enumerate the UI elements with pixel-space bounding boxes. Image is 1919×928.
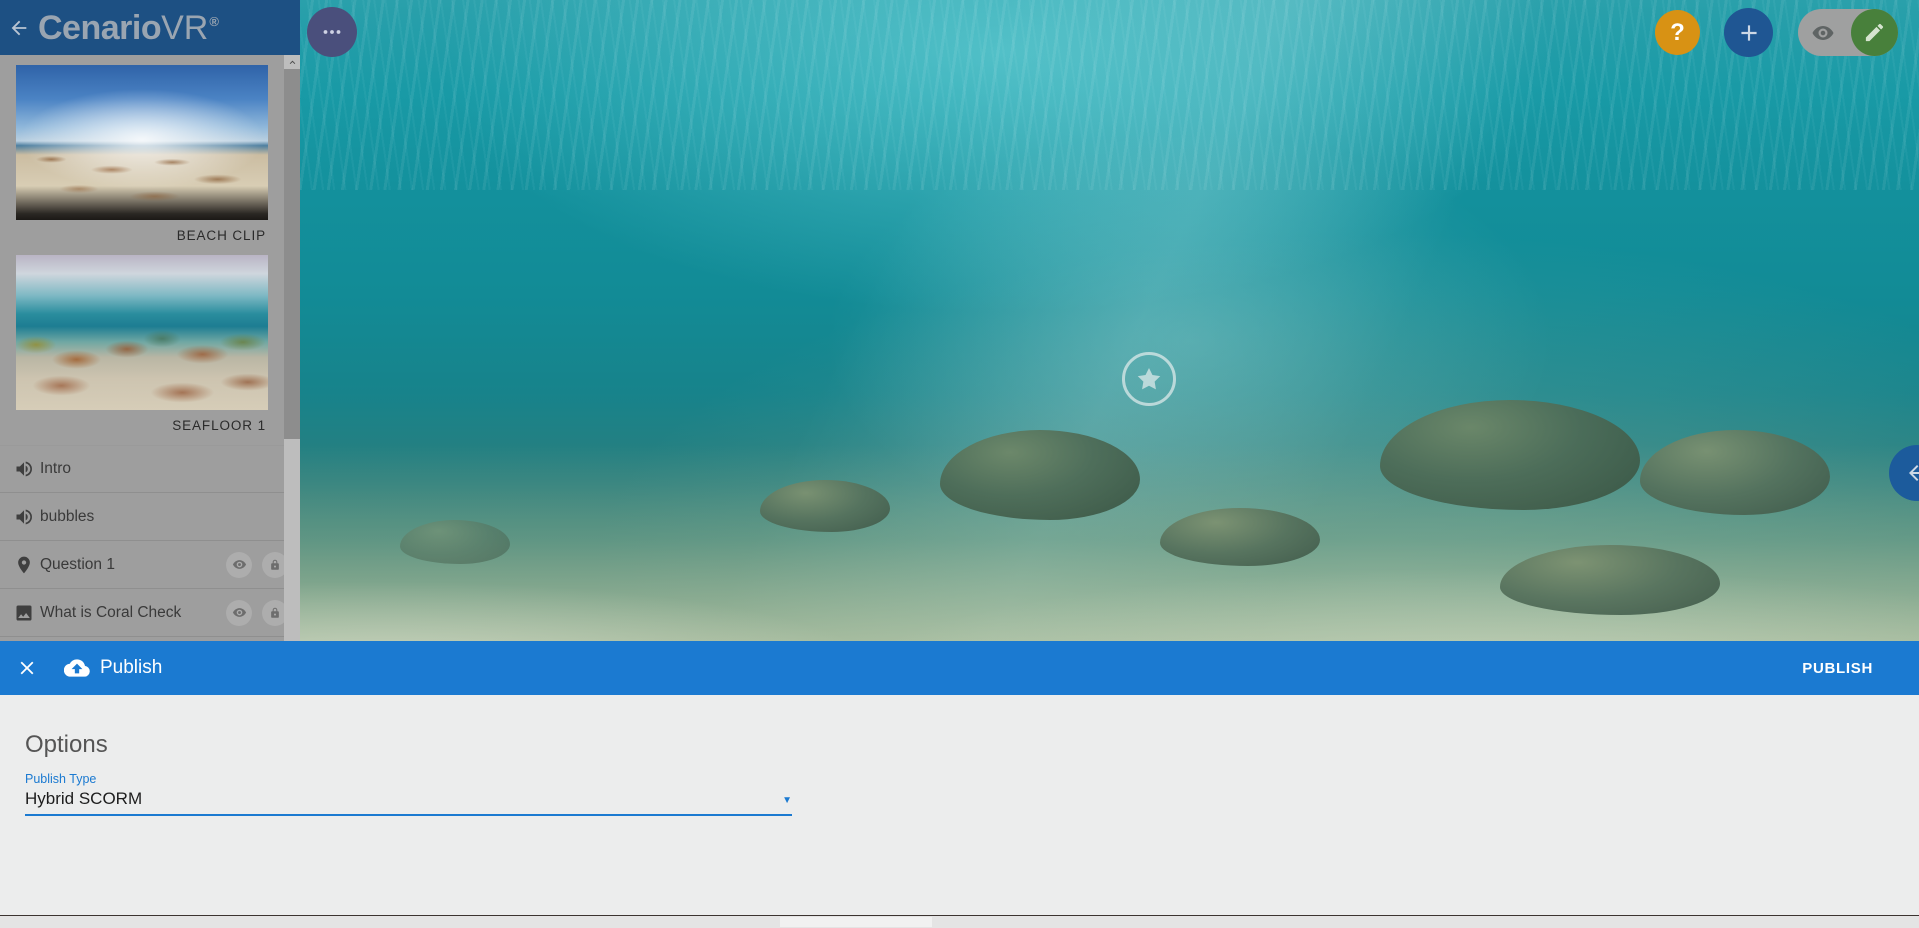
publish-panel-header: Publish PUBLISH — [0, 641, 1919, 695]
app-header: CenarioVR® — [0, 0, 300, 55]
help-button[interactable]: ? — [1655, 10, 1700, 55]
publish-panel-body: Options Publish Type Hybrid SCORM ▼ xAPI… — [0, 695, 1919, 928]
preview-edit-mode-toggle[interactable] — [1798, 9, 1898, 56]
audio-icon — [8, 507, 40, 527]
help-icon: ? — [1670, 19, 1685, 47]
scene-thumbnail-label: BEACH CLIP — [16, 220, 268, 255]
scene-thumbnail-image[interactable] — [16, 65, 268, 220]
chevron-down-icon: ▼ — [782, 795, 792, 809]
sidebar-item-label: bubbles — [40, 508, 288, 526]
add-icon — [1736, 20, 1762, 46]
publish-type-value-row[interactable]: Hybrid SCORM ▼ — [25, 789, 792, 816]
close-publish-panel-button[interactable] — [0, 641, 54, 695]
eye-icon — [1811, 21, 1835, 45]
sidebar-item-bubbles[interactable]: bubbles — [0, 493, 300, 541]
sidebar-item-intro[interactable]: Intro — [0, 445, 300, 493]
publish-button[interactable]: PUBLISH — [1802, 660, 1873, 677]
visibility-toggle-button[interactable] — [226, 552, 252, 578]
scrollbar-corner — [1907, 916, 1919, 928]
coral-rock — [760, 480, 890, 532]
preview-mode-button[interactable] — [1798, 21, 1848, 45]
sidebar-item-label: What is Coral Check — [40, 604, 226, 622]
cenariovr-editor: ? CenarioVR® BE — [0, 0, 1919, 928]
visibility-toggle-button[interactable] — [226, 600, 252, 626]
lock-icon — [268, 558, 282, 572]
logo-text-main: Cenario — [38, 11, 161, 45]
lock-icon — [268, 606, 282, 620]
sidebar-item-actions — [226, 600, 288, 626]
back-arrow-icon — [8, 17, 30, 39]
arrow-left-icon — [1905, 461, 1919, 485]
scene-thumbnail-label: SEAFLOOR 1 — [16, 410, 268, 445]
horizontal-scrollbar-thumb[interactable] — [780, 917, 932, 927]
scene-thumbnail-seafloor[interactable]: SEAFLOOR 1 — [0, 255, 300, 445]
scene-thumbnail-beach[interactable]: BEACH CLIP — [0, 55, 300, 255]
eye-icon — [232, 605, 247, 620]
eye-icon — [232, 557, 247, 572]
scene-hotspot-marker[interactable] — [1122, 352, 1176, 406]
image-icon — [8, 603, 40, 623]
star-hotspot-icon — [1136, 366, 1162, 392]
edit-mode-button[interactable] — [1851, 9, 1898, 56]
sidebar-scroll-up-button[interactable] — [284, 55, 300, 69]
scene-thumbnail-image[interactable] — [16, 255, 268, 410]
scene-sidebar: BEACH CLIP SEAFLOOR 1 Intro bubbles — [0, 55, 300, 655]
scene-more-options-button[interactable] — [307, 7, 357, 57]
sidebar-item-label: Intro — [40, 460, 288, 478]
sidebar-item-label: Question 1 — [40, 556, 226, 574]
close-icon — [16, 657, 38, 679]
more-options-icon — [320, 20, 344, 44]
horizontal-scrollbar[interactable] — [0, 916, 1919, 928]
sidebar-scrollbar[interactable] — [284, 55, 300, 655]
options-heading: Options — [25, 731, 108, 759]
cloud-upload-icon — [54, 655, 100, 681]
publish-type-select[interactable]: Publish Type Hybrid SCORM ▼ — [25, 772, 792, 816]
logo-registered-mark: ® — [209, 15, 218, 28]
sidebar-item-question-1[interactable]: Question 1 — [0, 541, 300, 589]
app-logo: CenarioVR® — [38, 11, 217, 45]
back-button[interactable] — [0, 0, 38, 55]
chevron-up-icon — [287, 57, 298, 68]
sidebar-item-actions — [226, 552, 288, 578]
publish-type-value: Hybrid SCORM — [25, 789, 142, 809]
sidebar-item-what-is-coral-check[interactable]: What is Coral Check — [0, 589, 300, 637]
sidebar-scrollbar-thumb[interactable] — [284, 69, 300, 439]
coral-rock — [1160, 508, 1320, 566]
publish-type-label: Publish Type — [25, 772, 792, 786]
logo-text-vr: VR — [161, 11, 208, 45]
marker-icon — [8, 555, 40, 575]
audio-icon — [8, 459, 40, 479]
coral-rock — [400, 520, 510, 564]
pencil-icon — [1863, 21, 1886, 44]
add-button[interactable] — [1724, 8, 1773, 57]
publish-panel-title: Publish — [100, 657, 162, 679]
